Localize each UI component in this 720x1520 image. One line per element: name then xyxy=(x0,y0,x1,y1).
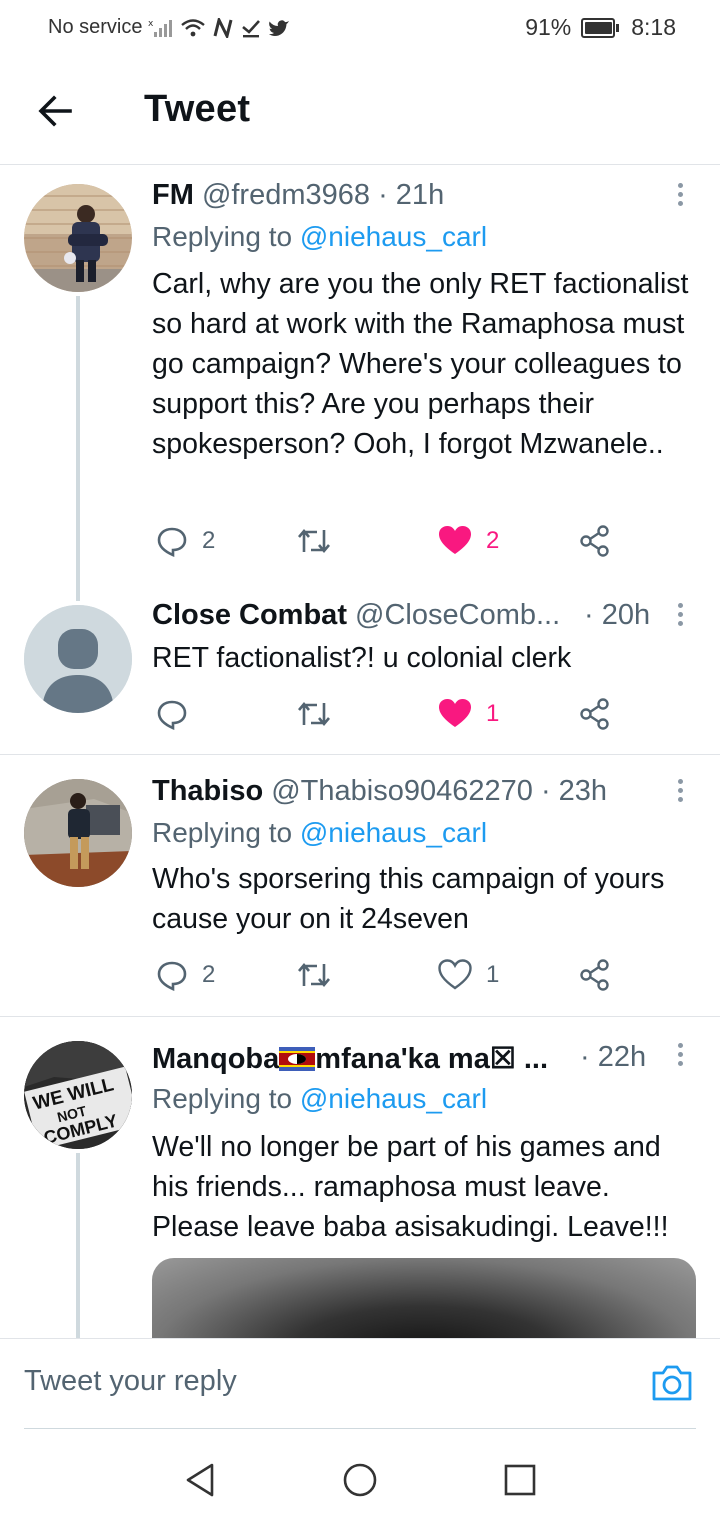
replying-to: Replying to @niehaus_carl xyxy=(152,817,487,849)
timestamp: · 20h xyxy=(584,599,651,631)
user-handle[interactable]: @CloseComb... xyxy=(355,599,560,631)
more-options-icon[interactable] xyxy=(670,775,690,811)
tweet-text: Carl, why are you the only RET factional… xyxy=(152,268,689,460)
app-header: Tweet xyxy=(0,56,720,165)
tweet-header: Close Combat @CloseComb... xyxy=(152,599,560,632)
replying-to: Replying to @niehaus_carl xyxy=(152,1083,487,1115)
page-title: Tweet xyxy=(144,88,251,130)
battery-percent: 91% xyxy=(525,14,572,40)
share-button[interactable] xyxy=(578,955,612,995)
tweet-reply-close-combat[interactable]: Close Combat @CloseComb... · 20h RET fac… xyxy=(0,585,720,753)
reply-icon xyxy=(157,527,187,557)
heart-outline-icon xyxy=(438,959,472,990)
tweet-header: Thabiso @Thabiso90462270 · 23h xyxy=(152,775,607,808)
more-options-icon[interactable] xyxy=(670,599,690,635)
avatar[interactable] xyxy=(24,184,132,292)
avatar[interactable] xyxy=(24,605,132,713)
signal-icon: x xyxy=(148,19,173,37)
replying-to-label: Replying to xyxy=(152,817,300,848)
share-icon xyxy=(580,698,609,730)
retweet-button[interactable] xyxy=(296,955,332,995)
status-bar: No service x 91% 8:18 xyxy=(0,0,720,56)
retweet-button[interactable] xyxy=(296,521,332,561)
mention-link[interactable]: @niehaus_carl xyxy=(300,1083,487,1114)
eswatini-flag-icon xyxy=(279,1047,316,1071)
reply-count: 2 xyxy=(202,961,216,988)
replying-to: Replying to @niehaus_carl xyxy=(152,221,487,253)
tweet-reply-fm[interactable]: FM @fredm3968 · 21h Replying to @niehaus… xyxy=(0,165,720,601)
replying-to-label: Replying to xyxy=(152,1083,300,1114)
thread-line xyxy=(76,1153,80,1338)
more-options-icon[interactable] xyxy=(670,1039,690,1075)
clock: 8:18 xyxy=(631,14,676,40)
retweet-button[interactable] xyxy=(296,694,332,734)
like-button[interactable]: 2 xyxy=(438,521,499,561)
heart-icon xyxy=(439,526,471,554)
tweet-actions: 1 xyxy=(152,694,672,734)
nav-back-icon[interactable] xyxy=(184,1462,216,1498)
tweet-text: We'll no longer be part of his games and… xyxy=(152,1131,669,1243)
user-handle[interactable]: @Thabiso90462270 xyxy=(271,775,533,807)
retweet-icon xyxy=(298,701,330,727)
replying-to-label: Replying to xyxy=(152,221,300,252)
nav-home-icon[interactable] xyxy=(342,1462,378,1498)
reply-composer[interactable]: Tweet your reply xyxy=(0,1338,720,1429)
reply-icon xyxy=(157,700,187,730)
timestamp: · 21h xyxy=(378,179,445,211)
timestamp: · 23h xyxy=(540,775,608,807)
like-count: 1 xyxy=(486,961,500,988)
tweet-text: Who's sporsering this campaign of yours … xyxy=(152,863,665,935)
timestamp: · 22h xyxy=(580,1041,647,1073)
svg-text:x: x xyxy=(148,19,154,29)
tweet-actions: 2 1 xyxy=(152,955,672,995)
user-handle[interactable]: @fredm3968 xyxy=(202,179,370,211)
reply-button[interactable] xyxy=(156,694,188,734)
back-arrow-icon[interactable] xyxy=(32,88,78,134)
tweet-reply-thabiso[interactable]: Thabiso @Thabiso90462270 · 23h Replying … xyxy=(0,755,720,1015)
like-button[interactable]: 1 xyxy=(438,694,499,734)
reply-button[interactable]: 2 xyxy=(156,955,215,995)
reply-icon xyxy=(157,961,187,991)
nav-recents-icon[interactable] xyxy=(504,1464,536,1496)
tweet-text: RET factionalist?! u colonial clerk xyxy=(152,642,572,674)
avatar[interactable]: WE WILL NOT COMPLY xyxy=(24,1041,132,1149)
nfc-icon xyxy=(214,17,233,38)
display-name-part-1[interactable]: Manqoba xyxy=(152,1043,279,1075)
reply-button[interactable]: 2 xyxy=(156,521,215,561)
wifi-icon xyxy=(181,18,206,36)
reply-input[interactable]: Tweet your reply xyxy=(24,1365,237,1398)
share-button[interactable] xyxy=(578,521,612,561)
thread-line xyxy=(76,296,80,601)
camera-icon[interactable] xyxy=(650,1363,694,1403)
carrier-label: No service xyxy=(48,16,143,38)
display-name-part-2[interactable]: mfana'ka ma☒ ... xyxy=(315,1043,548,1075)
like-count: 2 xyxy=(486,527,500,554)
display-name[interactable]: Close Combat xyxy=(152,599,347,631)
share-icon xyxy=(580,959,609,991)
share-button[interactable] xyxy=(578,694,612,734)
tweet-actions: 2 2 xyxy=(152,521,672,561)
like-button[interactable]: 1 xyxy=(438,955,499,995)
mention-link[interactable]: @niehaus_carl xyxy=(300,817,487,848)
share-icon xyxy=(580,525,609,557)
system-nav-bar xyxy=(0,1430,720,1520)
avatar[interactable] xyxy=(24,779,132,887)
reply-count: 2 xyxy=(202,527,216,554)
display-name[interactable]: Thabiso xyxy=(152,775,263,807)
tweet-header: Manqoba mfana'ka ma☒ ... xyxy=(152,1041,548,1076)
like-count: 1 xyxy=(486,700,500,727)
twitter-bird-icon xyxy=(269,19,290,36)
display-name[interactable]: FM xyxy=(152,179,194,211)
mention-link[interactable]: @niehaus_carl xyxy=(300,221,487,252)
retweet-icon xyxy=(298,528,330,554)
tweet-header: FM @fredm3968 · 21h xyxy=(152,179,444,212)
retweet-icon xyxy=(298,962,330,988)
download-done-icon xyxy=(242,19,261,37)
tweet-media-image[interactable] xyxy=(152,1258,696,1338)
more-options-icon[interactable] xyxy=(670,179,690,215)
battery-icon xyxy=(581,17,620,38)
heart-icon xyxy=(439,699,471,727)
reply-underline xyxy=(24,1428,696,1429)
